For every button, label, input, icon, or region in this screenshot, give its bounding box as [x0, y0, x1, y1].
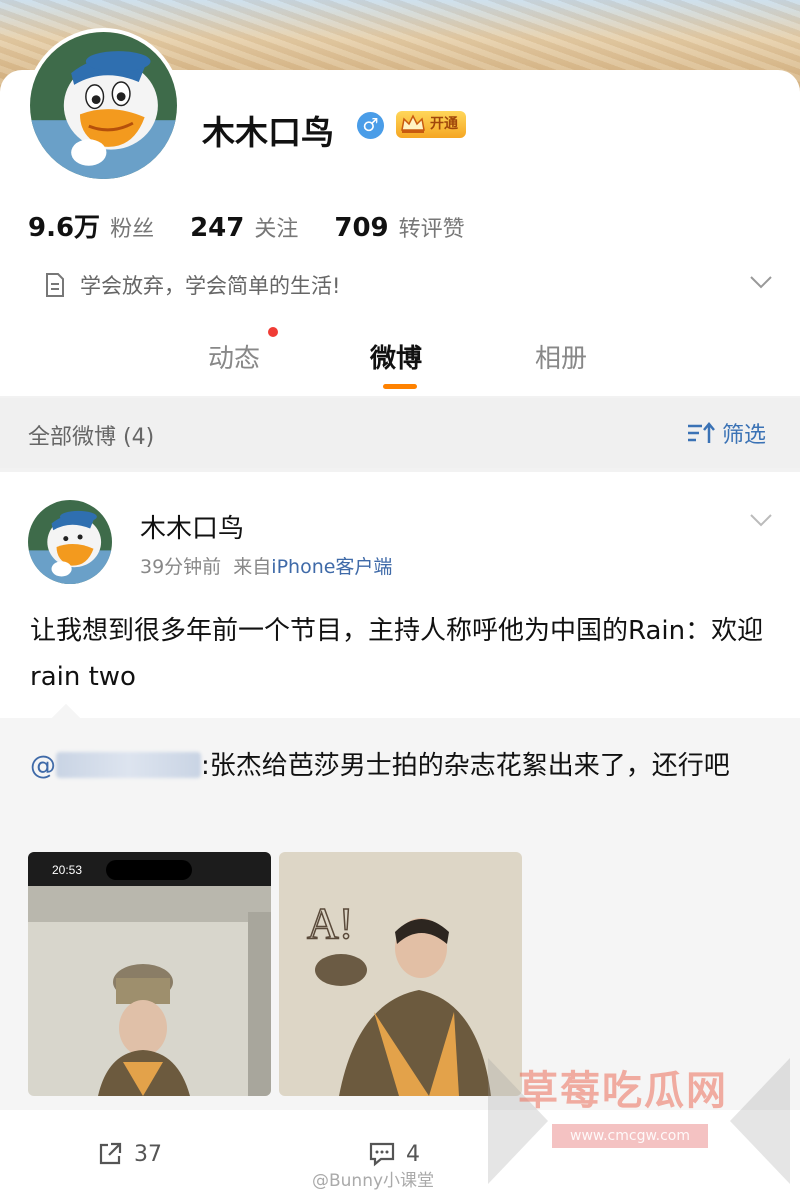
profile-stats: 9.6万 粉丝 247 关注 709 转评赞: [28, 207, 465, 244]
profile-username: 木木口鸟: [202, 113, 334, 152]
bio-text: 学会放弃，学会简单的生活!: [80, 274, 341, 298]
profile-avatar[interactable]: [26, 28, 181, 183]
tab-album[interactable]: 相册: [535, 338, 587, 375]
stat-interactions[interactable]: 709 转评赞: [334, 211, 464, 243]
comment-count: 4: [406, 1141, 420, 1167]
post-image-2[interactable]: A!: [279, 852, 522, 1096]
repost-count: 37: [134, 1141, 162, 1167]
source-credit: @Bunny小课堂: [312, 1171, 435, 1191]
phone-screenshot-image: 20:53: [28, 852, 271, 1096]
post-meta: 39分钟前 来自iPhone客户端: [140, 552, 392, 579]
post-source[interactable]: iPhone客户端: [271, 556, 392, 578]
site-watermark: 草莓吃瓜网 www.cmcgw.com: [488, 1058, 790, 1184]
comment-button[interactable]: 4: [368, 1140, 420, 1168]
repost-text: @ :张杰给芭莎男士拍的杂志花絮出来了，还行吧: [30, 744, 774, 788]
stat-label: 粉丝: [110, 217, 155, 242]
stat-value: 247: [190, 213, 245, 243]
crown-icon: [401, 114, 425, 133]
profile-bio: 学会放弃，学会简单的生活!: [44, 270, 340, 300]
male-icon: ♂: [357, 112, 384, 139]
overlay-text: A!: [307, 899, 353, 948]
post-time: 39分钟前: [140, 556, 222, 578]
stat-label: 关注: [254, 217, 299, 242]
tab-activity[interactable]: 动态: [208, 338, 260, 375]
filter-icon: [688, 422, 715, 443]
chevron-down-icon[interactable]: [748, 273, 774, 291]
post-author[interactable]: 木木口鸟: [140, 508, 244, 545]
vip-open-badge[interactable]: 开通: [396, 111, 466, 138]
stat-label: 转评赞: [398, 217, 465, 242]
repost-body: :张杰给芭莎男士拍的杂志花絮出来了，还行吧: [201, 751, 730, 781]
comment-icon: [369, 1142, 395, 1167]
stat-following[interactable]: 247 关注: [190, 211, 298, 243]
filter-label: 筛选: [722, 423, 767, 448]
donald-duck-avatar-image: [30, 32, 177, 179]
man-with-hat-image: A!: [279, 852, 522, 1096]
repost-button[interactable]: 37: [96, 1140, 162, 1168]
all-weibo-count: 全部微博 (4): [28, 425, 155, 450]
stat-value: 709: [334, 213, 389, 243]
post-text: 让我想到很多年前一个节目，主持人称呼他为中国的Rain：欢迎rain two: [30, 616, 764, 692]
watermark-url: www.cmcgw.com: [552, 1124, 708, 1148]
stat-followers[interactable]: 9.6万 粉丝: [28, 207, 154, 244]
mention-at-sign: @: [30, 751, 56, 781]
blurred-mention[interactable]: [56, 752, 201, 778]
donald-duck-avatar-image: [28, 500, 112, 584]
share-arrow-icon: [99, 1142, 122, 1165]
document-icon: [46, 273, 64, 297]
weibo-filter-bar: 全部微博 (4) 筛选: [0, 398, 800, 468]
filter-button[interactable]: 筛选: [686, 417, 766, 449]
watermark-right-triangle: [730, 1058, 790, 1184]
status-time: 20:53: [52, 863, 82, 877]
post-image-1[interactable]: 20:53: [28, 852, 271, 1096]
vip-open-label: 开通: [430, 116, 458, 132]
post-source-prefix: 来自: [233, 556, 272, 578]
post-author-avatar[interactable]: [28, 500, 112, 584]
stat-value: 9.6万: [28, 213, 101, 243]
active-tab-indicator: [383, 384, 417, 389]
watermark-title: 草莓吃瓜网: [518, 1068, 728, 1114]
notification-dot: [268, 327, 278, 337]
tab-weibo[interactable]: 微博: [370, 338, 422, 375]
post-menu-chevron-icon[interactable]: [748, 512, 774, 528]
